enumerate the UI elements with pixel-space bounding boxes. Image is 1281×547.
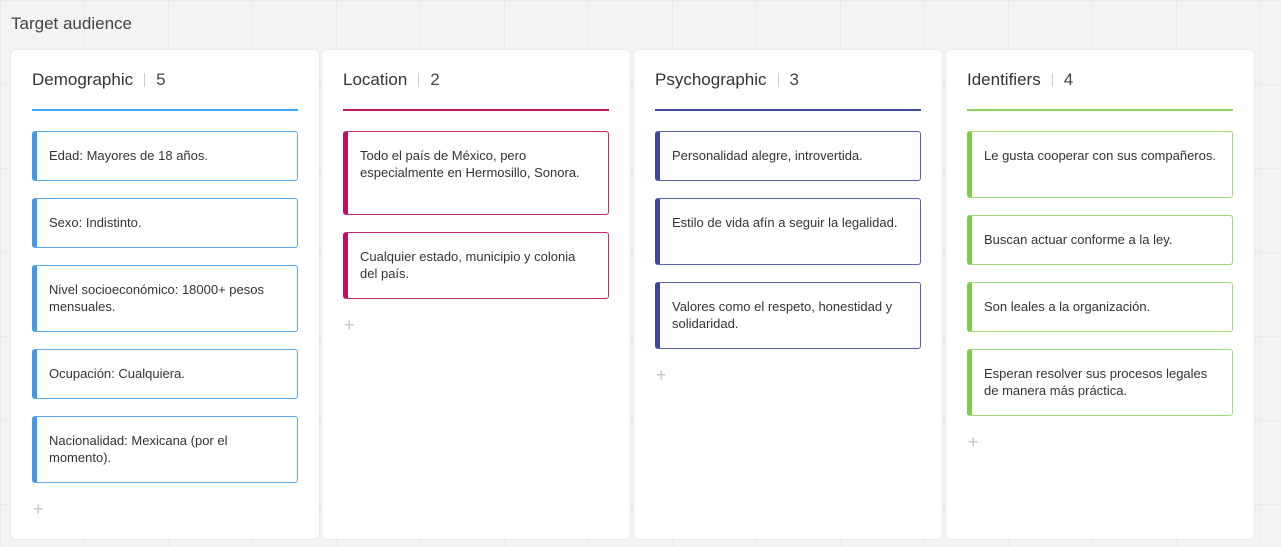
- column-header[interactable]: Psychographic 3: [655, 69, 921, 91]
- column-title[interactable]: Location: [343, 70, 407, 90]
- column-demographic: Demographic 5 Edad: Mayores de 18 años. …: [11, 50, 319, 539]
- card-list: Todo el país de México, pero especialmen…: [343, 131, 609, 334]
- card[interactable]: Personalidad alegre, introvertida.: [655, 131, 921, 181]
- card[interactable]: Esperan resolver sus procesos legales de…: [967, 349, 1233, 416]
- card[interactable]: Sexo: Indistinto.: [32, 198, 298, 248]
- card-list: Personalidad alegre, introvertida. Estil…: [655, 131, 921, 384]
- column-header[interactable]: Location 2: [343, 69, 609, 91]
- column-accent-rule: [343, 109, 609, 111]
- card[interactable]: Le gusta cooperar con sus compañeros.: [967, 131, 1233, 198]
- card[interactable]: Todo el país de México, pero especialmen…: [343, 131, 609, 215]
- column-title[interactable]: Demographic: [32, 70, 133, 90]
- column-header[interactable]: Demographic 5: [32, 69, 298, 91]
- card[interactable]: Nivel socioeconómico: 18000+ pesos mensu…: [32, 265, 298, 332]
- add-card-plus-icon[interactable]: +: [968, 433, 982, 451]
- board-title: Target audience: [11, 14, 132, 33]
- column-location: Location 2 Todo el país de México, pero …: [322, 50, 630, 539]
- column-accent-rule: [655, 109, 921, 111]
- card[interactable]: Nacionalidad: Mexicana (por el momento).: [32, 416, 298, 483]
- add-card-plus-icon[interactable]: +: [656, 366, 670, 384]
- card[interactable]: Ocupación: Cualquiera.: [32, 349, 298, 399]
- column-divider: [777, 73, 779, 87]
- column-count: 3: [789, 70, 799, 89]
- column-identifiers: Identifiers 4 Le gusta cooperar con sus …: [946, 50, 1254, 539]
- card[interactable]: Edad: Mayores de 18 años.: [32, 131, 298, 181]
- column-header[interactable]: Identifiers 4: [967, 69, 1233, 91]
- add-card-plus-icon[interactable]: +: [33, 500, 47, 518]
- card[interactable]: Valores como el respeto, honestidad y so…: [655, 282, 921, 349]
- column-divider: [418, 73, 420, 87]
- card[interactable]: Cualquier estado, municipio y colonia de…: [343, 232, 609, 299]
- add-card-plus-icon[interactable]: +: [344, 316, 358, 334]
- column-divider: [144, 73, 146, 87]
- column-title[interactable]: Psychographic: [655, 70, 767, 90]
- card[interactable]: Estilo de vida afín a seguir la legalida…: [655, 198, 921, 265]
- column-count: 2: [430, 70, 440, 89]
- column-psychographic: Psychographic 3 Personalidad alegre, int…: [634, 50, 942, 539]
- column-accent-rule: [967, 109, 1233, 111]
- column-accent-rule: [32, 109, 298, 111]
- column-count: 5: [156, 70, 166, 89]
- kanban-columns: Demographic 5 Edad: Mayores de 18 años. …: [11, 50, 1254, 539]
- card[interactable]: Son leales a la organización.: [967, 282, 1233, 332]
- card[interactable]: Buscan actuar conforme a la ley.: [967, 215, 1233, 265]
- card-list: Le gusta cooperar con sus compañeros. Bu…: [967, 131, 1233, 451]
- card-list: Edad: Mayores de 18 años. Sexo: Indistin…: [32, 131, 298, 518]
- column-title[interactable]: Identifiers: [967, 70, 1041, 90]
- column-divider: [1051, 73, 1053, 87]
- column-count: 4: [1063, 70, 1074, 89]
